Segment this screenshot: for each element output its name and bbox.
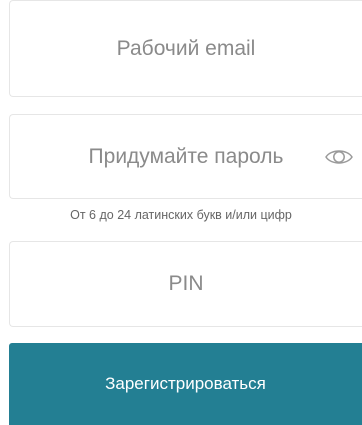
- pin-input[interactable]: [10, 242, 362, 326]
- pin-field-container: [9, 241, 362, 327]
- email-input[interactable]: [10, 1, 362, 96]
- password-field-container: [9, 114, 362, 199]
- password-hint: От 6 до 24 латинских букв и/или цифр: [70, 208, 292, 222]
- eye-icon[interactable]: [324, 146, 354, 168]
- registration-form: От 6 до 24 латинских букв и/или цифр Зар…: [0, 0, 362, 425]
- register-button[interactable]: Зарегистрироваться: [9, 343, 362, 425]
- password-input[interactable]: [10, 115, 362, 198]
- email-field-container: [9, 0, 362, 97]
